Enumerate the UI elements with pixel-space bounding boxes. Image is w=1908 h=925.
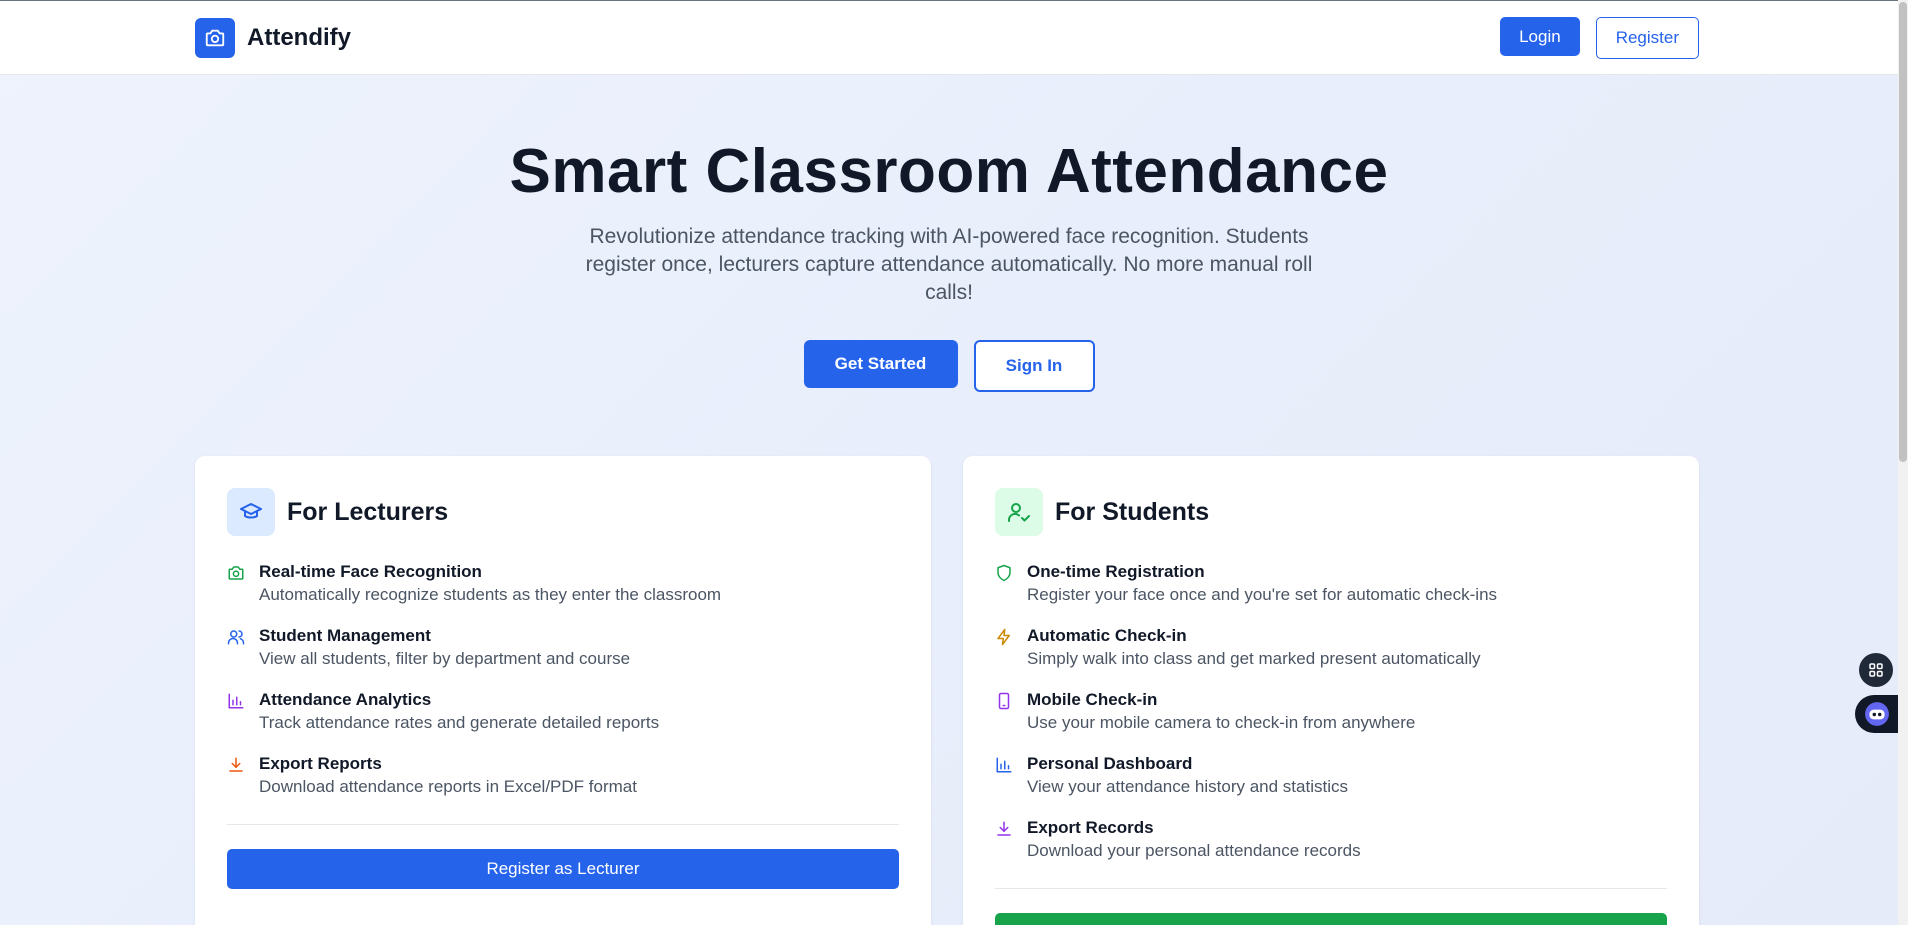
list-item: Export Reports Download attendance repor…	[227, 753, 899, 817]
scrollbar-thumb[interactable]	[1899, 2, 1907, 462]
divider	[995, 888, 1667, 889]
feature-description: Use your mobile camera to check-in from …	[1027, 713, 1416, 732]
apps-grid-icon[interactable]	[1859, 653, 1893, 687]
students-card-title: For Students	[1055, 497, 1210, 526]
camera-logo-icon	[195, 18, 235, 58]
lightning-icon	[997, 628, 1010, 646]
feature-description: View all students, filter by department …	[259, 649, 631, 668]
page-scrollbar[interactable]	[1898, 0, 1908, 925]
feature-description: Automatically recognize students as they…	[259, 585, 722, 604]
divider	[227, 824, 899, 825]
list-item: Export Records Download your personal at…	[995, 817, 1667, 881]
feature-title: Personal Dashboard	[1027, 754, 1193, 773]
feature-description: Download your personal attendance record…	[1027, 841, 1361, 860]
users-icon	[227, 630, 245, 645]
smartphone-icon	[998, 692, 1010, 710]
graduation-cap-icon	[227, 488, 275, 536]
feature-title: Real-time Face Recognition	[259, 562, 482, 581]
feature-title: Automatic Check-in	[1027, 626, 1187, 645]
feature-title: Export Records	[1027, 818, 1154, 837]
sign-in-button[interactable]: Sign In	[973, 340, 1095, 392]
shield-icon	[997, 564, 1011, 582]
feature-description: View your attendance history and statist…	[1027, 777, 1348, 796]
feature-title: Export Reports	[259, 754, 382, 773]
students-card: For Students One-time Registration Regis…	[963, 456, 1699, 925]
register-as-lecturer-button[interactable]: Register as Lecturer	[227, 849, 899, 889]
bar-chart-icon	[228, 693, 244, 709]
feature-title: Mobile Check-in	[1027, 690, 1158, 709]
list-item: Student Management View all students, fi…	[227, 625, 899, 689]
feature-title: Attendance Analytics	[259, 690, 432, 709]
list-item: Real-time Face Recognition Automatically…	[227, 561, 899, 625]
feature-description: Track attendance rates and generate deta…	[259, 713, 660, 732]
hero-subtitle: Revolutionize attendance tracking with A…	[585, 225, 1313, 304]
lecturers-card: For Lecturers Real-time Face Recognition…	[195, 456, 931, 925]
register-button[interactable]: Register	[1595, 17, 1699, 59]
download-icon	[229, 757, 243, 772]
download-icon	[997, 821, 1011, 836]
user-check-icon	[995, 488, 1043, 536]
lecturers-card-title: For Lecturers	[287, 497, 449, 526]
get-started-button[interactable]: Get Started	[803, 340, 958, 388]
top-navbar: Attendify Login Register	[0, 1, 1898, 75]
brand[interactable]: Attendify	[195, 18, 351, 58]
list-item: One-time Registration Register your face…	[995, 561, 1667, 625]
feature-description: Simply walk into class and get marked pr…	[1027, 649, 1481, 668]
assistant-bot-icon[interactable]	[1855, 695, 1899, 733]
register-as-student-button[interactable]	[995, 913, 1667, 925]
login-button[interactable]: Login	[1500, 17, 1580, 56]
brand-name: Attendify	[247, 24, 351, 51]
feature-title: Student Management	[259, 626, 431, 645]
feature-description: Register your face once and you're set f…	[1027, 585, 1498, 604]
bar-chart-icon	[996, 757, 1012, 773]
camera-icon	[228, 566, 244, 580]
list-item: Automatic Check-in Simply walk into clas…	[995, 625, 1667, 689]
list-item: Attendance Analytics Track attendance ra…	[227, 689, 899, 753]
list-item: Mobile Check-in Use your mobile camera t…	[995, 689, 1667, 753]
hero-title: Smart Classroom Attendance	[509, 137, 1389, 206]
list-item: Personal Dashboard View your attendance …	[995, 753, 1667, 817]
feature-description: Download attendance reports in Excel/PDF…	[259, 777, 637, 796]
feature-title: One-time Registration	[1027, 562, 1205, 581]
